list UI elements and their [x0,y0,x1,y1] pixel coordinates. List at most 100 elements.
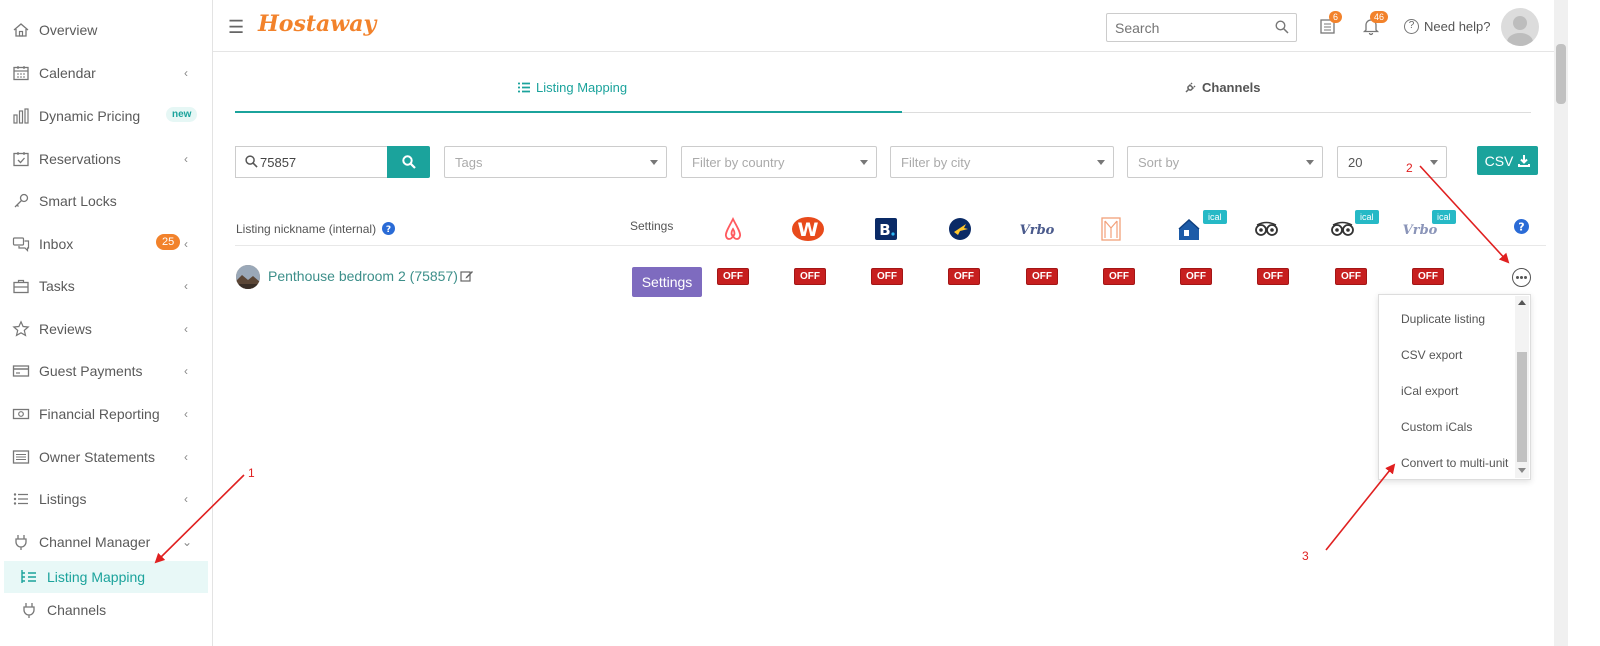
country-filter-select[interactable]: Filter by country [681,146,877,178]
sidebar-item-label: Owner Statements [39,449,155,465]
page-scrollbar-thumb[interactable] [1556,44,1566,104]
sidebar-item-guest-payments[interactable]: Guest Payments ‹ [0,354,213,388]
airbnb-icon [724,216,742,240]
sidebar-item-smart-locks[interactable]: Smart Locks [0,184,213,218]
dot [1520,276,1523,279]
sidebar-item-dynamic-pricing[interactable]: Dynamic Pricing new [0,99,213,133]
notification-count-badge: 46 [1370,11,1389,23]
menu-item-duplicate-listing[interactable]: Duplicate listing [1401,312,1485,326]
tripadvisor-status-toggle[interactable]: OFF [1257,268,1289,285]
menu-scrollbar-thumb[interactable] [1517,352,1527,462]
chevron-left-icon: ‹ [184,450,188,464]
search-input[interactable] [1107,14,1267,41]
sidebar-item-label: Inbox [39,236,74,252]
tab-listing-mapping[interactable]: Listing Mapping [518,80,627,95]
city-filter-select[interactable]: Filter by city [890,146,1114,178]
more-options-menu: Duplicate listing CSV export iCal export… [1378,294,1531,480]
sidebar-item-calendar[interactable]: Calendar ‹ [0,56,213,90]
vrbo-status-toggle[interactable]: OFF [1026,268,1058,285]
tab-label: Listing Mapping [536,80,628,95]
annotation-label-3: 3 [1302,549,1309,563]
w-channel-status-toggle[interactable]: OFF [794,268,826,285]
listing-name-link[interactable]: Penthouse bedroom 2 (75857) [268,268,458,284]
expedia-status-toggle[interactable]: OFF [948,268,980,285]
sidebar-subitem-label: Channels [47,602,107,618]
csv-label: CSV [1484,152,1514,169]
global-search[interactable] [1106,13,1297,42]
briefcase-icon [13,279,29,294]
page-scrollbar[interactable] [1554,0,1568,646]
m-channel-status-toggle[interactable]: OFF [1103,268,1135,285]
hamburger-menu-icon[interactable]: ☰ [228,17,244,38]
help-circle-icon[interactable]: ? [1514,219,1529,234]
sidebar-item-owner-statements[interactable]: Owner Statements ‹ [0,440,213,474]
search-icon [1275,20,1289,34]
hostaway-logo: Hostaway [258,11,377,37]
vrbo-ical-status-toggle[interactable]: OFF [1412,268,1444,285]
scroll-up-icon[interactable] [1518,300,1526,305]
search-icon [402,155,416,169]
list-icon [518,82,530,93]
calendar-check-icon [13,152,29,167]
ical-badge: ical [1355,210,1379,224]
scroll-down-icon[interactable] [1518,468,1526,473]
sidebar-item-reviews[interactable]: Reviews ‹ [0,312,213,346]
annotation-arrows [154,165,1510,564]
app-root: Overview Calendar ‹ Dynamic Pricing new … [0,0,1600,646]
page-size-select[interactable]: 20 [1337,146,1447,178]
help-link[interactable]: ? Need help? [1404,19,1491,34]
menu-item-csv-export[interactable]: CSV export [1401,348,1462,362]
menu-item-convert-to-multi-unit[interactable]: Convert to multi-unit [1401,456,1508,470]
tab-channels[interactable]: Channels [1184,80,1261,95]
m-channel-icon [1101,217,1121,241]
caret-down-icon [860,160,868,165]
csv-download-button[interactable]: CSV [1477,146,1538,175]
inbox-count-badge: 25 [156,234,181,250]
annotation-label-1: 1 [248,466,255,480]
caret-down-icon [1430,160,1438,165]
sidebar-item-financial-reporting[interactable]: Financial Reporting ‹ [0,397,213,431]
sidebar-item-reservations[interactable]: Reservations ‹ [0,142,213,176]
chat-icon [12,237,30,252]
sidebar-item-tasks[interactable]: Tasks ‹ [0,269,213,303]
homeaway-ical-status-toggle[interactable]: OFF [1180,268,1212,285]
chevron-left-icon: ‹ [184,322,188,336]
sidebar-item-listings[interactable]: Listings ‹ [0,482,213,516]
expedia-icon [949,218,971,240]
more-options-button[interactable] [1512,268,1531,287]
sidebar-item-label: Overview [39,22,98,38]
topbar: ☰ Hostaway 6 46 ? Need help? [213,0,1554,52]
search-button[interactable] [387,146,430,178]
edit-icon[interactable] [460,269,474,283]
download-icon [1518,154,1531,167]
booking-status-toggle[interactable]: OFF [871,268,903,285]
user-avatar[interactable] [1501,8,1539,46]
homeaway-icon [1178,218,1200,240]
sidebar-subitem-listing-mapping[interactable]: Listing Mapping [4,561,208,593]
page-size-value: 20 [1348,155,1363,170]
star-icon [12,320,30,337]
menu-scrollbar[interactable] [1515,296,1529,478]
help-circle-icon[interactable]: ? [382,222,396,235]
sidebar-item-label: Channel Manager [39,534,151,550]
menu-item-custom-icals[interactable]: Custom iCals [1401,420,1472,434]
listing-search-field[interactable] [235,146,388,178]
listing-search-input[interactable] [260,147,380,177]
menu-item-ical-export[interactable]: iCal export [1401,384,1458,398]
sidebar-item-label: Listings [39,491,87,507]
sidebar-item-label: Dynamic Pricing [39,108,141,124]
plug-icon [15,535,27,550]
sidebar-item-overview[interactable]: Overview [0,13,213,47]
tab-label: Channels [1202,80,1261,95]
ical-badge: ical [1203,210,1227,224]
tags-select[interactable]: Tags [444,146,667,178]
tripadvisor-ical-status-toggle[interactable]: OFF [1335,268,1367,285]
sort-select[interactable]: Sort by [1127,146,1323,178]
sidebar-item-label: Smart Locks [39,193,117,209]
sidebar-item-inbox[interactable]: Inbox 25 ‹ [0,227,213,261]
plug-icon [23,603,35,618]
sidebar-subitem-channels[interactable]: Channels [4,594,208,626]
sidebar-item-channel-manager[interactable]: Channel Manager ⌄ [0,525,213,559]
listing-settings-button[interactable]: Settings [632,267,702,297]
airbnb-status-toggle[interactable]: OFF [717,268,749,285]
